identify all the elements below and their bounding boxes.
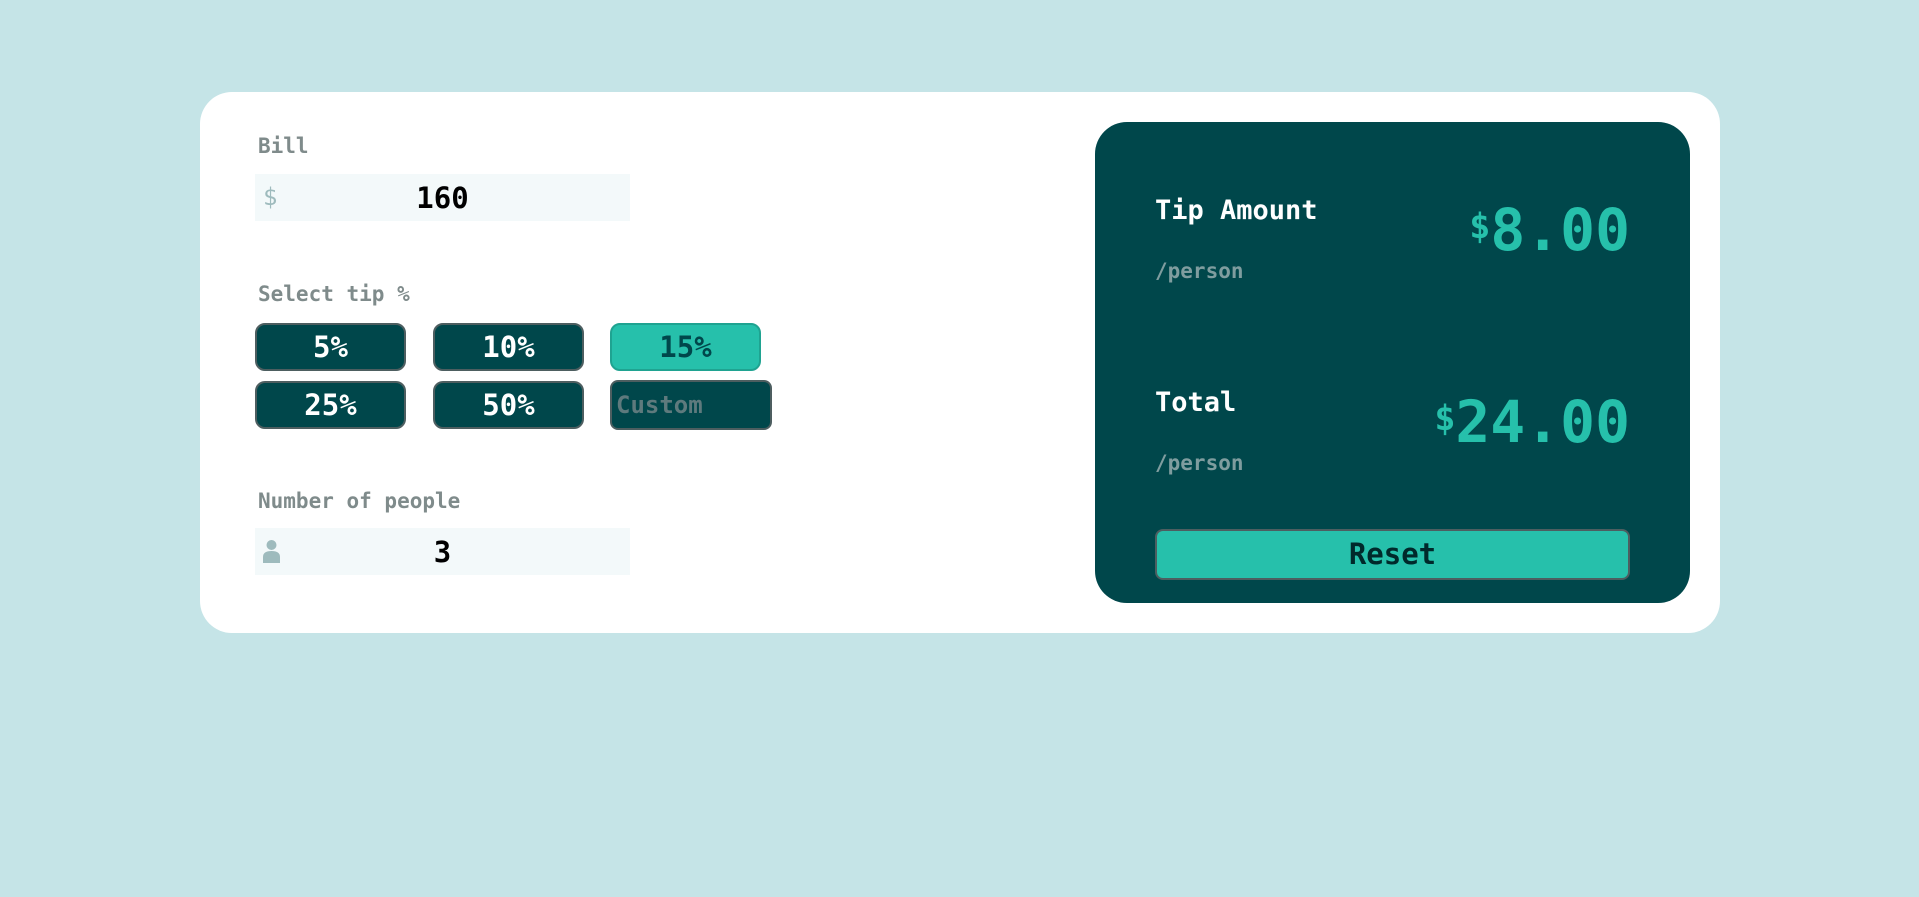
total-title: Total	[1155, 387, 1237, 418]
custom-tip-input[interactable]: Custom	[610, 380, 772, 430]
tip-15-button[interactable]: 15%	[610, 323, 761, 371]
total-number: 24.00	[1455, 388, 1630, 456]
tip-5-button[interactable]: 5%	[255, 323, 406, 371]
tip-25-button[interactable]: 25%	[255, 381, 406, 429]
total-currency: $	[1434, 399, 1456, 439]
results-panel: Tip Amount /person $8.00 Total /person $…	[1095, 122, 1690, 603]
tip-amount-value: $8.00	[1469, 196, 1630, 264]
bill-input[interactable]: 160	[255, 181, 630, 215]
people-label: Number of people	[258, 489, 461, 513]
people-field[interactable]: 3	[255, 528, 630, 575]
calculator-card: Bill $ 160 Select tip % 5% 10% 15% 25% 5…	[200, 92, 1720, 633]
reset-button[interactable]: Reset	[1155, 529, 1630, 580]
bill-label: Bill	[258, 134, 309, 158]
total-value: $24.00	[1434, 388, 1630, 456]
people-input[interactable]: 3	[255, 535, 630, 569]
select-tip-label: Select tip %	[258, 282, 410, 306]
bill-field[interactable]: $ 160	[255, 174, 630, 221]
total-per-person: /person	[1155, 451, 1244, 475]
tip-10-button[interactable]: 10%	[433, 323, 584, 371]
tip-amount-number: 8.00	[1490, 196, 1630, 264]
tip-amount-per-person: /person	[1155, 259, 1244, 283]
tip-amount-title: Tip Amount	[1155, 195, 1318, 226]
tip-50-button[interactable]: 50%	[433, 381, 584, 429]
tip-amount-currency: $	[1469, 207, 1491, 247]
